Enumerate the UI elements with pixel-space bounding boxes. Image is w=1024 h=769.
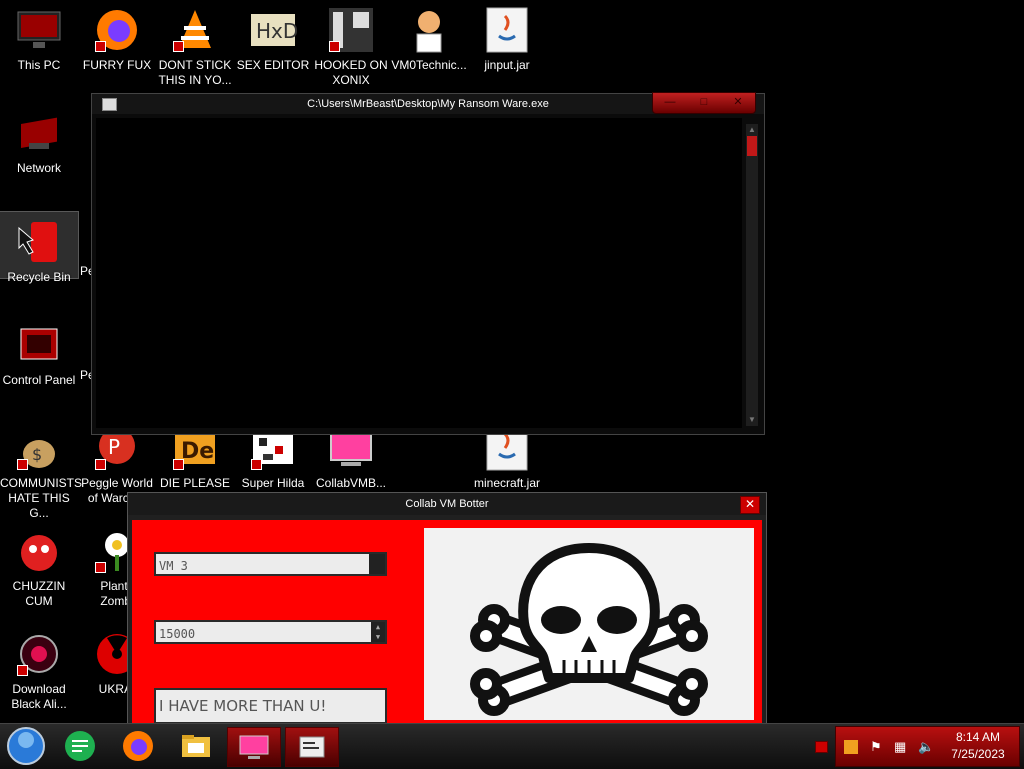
taskbar-collabvm-botter[interactable] [227,727,281,767]
skull-crossbones-icon [470,543,708,716]
show-hidden-icons-button[interactable] [815,741,828,753]
icon-label: DIE PLEASE [159,476,231,490]
vm-select-value: VM 3 [159,559,188,573]
decrement-arrow-icon[interactable]: ▼ [371,632,385,642]
volume-icon[interactable]: 🔈 [918,740,934,754]
desktop-icon-dont-stick[interactable]: DONT STICK THIS IN YO... [156,0,234,88]
desktop-icon-communists[interactable]: $ COMMUNISTS HATE THIS G... [0,418,82,521]
minimize-button[interactable]: — [653,93,687,112]
window-controls: — □ ✕ [652,92,756,114]
monitor-app-icon [239,735,269,759]
scrollbar-thumb[interactable] [747,136,757,156]
vlc-cone-icon [171,6,219,54]
increment-arrow-icon[interactable]: ▲ [371,622,385,632]
desktop-icon-vm0technic[interactable]: VM0Technic... [390,0,468,73]
dropdown-arrow-icon[interactable] [369,554,385,574]
console-title: C:\Users\MrBeast\Desktop\My Ransom Ware.… [307,98,549,110]
network-status-icon[interactable]: ▦ [894,740,906,754]
icon-label: FURRY FUX [82,58,152,72]
icon-label: HOOKED ON XONIX [314,58,388,87]
xonix-icon [327,6,375,54]
svg-text:$: $ [32,445,42,464]
console-titlebar[interactable]: C:\Users\MrBeast\Desktop\My Ransom Ware.… [92,92,764,114]
close-button[interactable]: ✕ [721,93,755,112]
icon-label: This PC [17,58,61,72]
hex-editor-icon: HxD [249,6,298,54]
vm-select[interactable]: VM 3 [154,552,387,576]
taskbar-file-explorer[interactable] [172,727,220,765]
icon-label: minecraft.jar [473,476,541,490]
desktop-icon-network[interactable]: Network [0,103,78,176]
svg-text:P: P [108,435,120,459]
start-orb-icon [7,727,45,765]
icon-label: SEX EDITOR [236,58,310,72]
console-scrollbar[interactable]: ▲ ▼ [746,124,758,426]
message-input[interactable]: I HAVE MORE THAN U! [154,688,387,724]
botter-window[interactable]: Collab VM Botter ✕ VM 3 15000 ▲ ▼ I HAVE… [127,492,767,729]
firefox-icon [123,731,153,761]
count-stepper[interactable]: 15000 ▲ ▼ [154,620,387,644]
icon-label: VM0Technic... [391,58,467,72]
icon-label: Download Black Ali... [11,682,67,711]
desktop-icon-jinput-jar[interactable]: jinput.jar [468,0,546,73]
desktop-icon-furry-fux[interactable]: FURRY FUX [78,0,156,73]
desktop-icon-chuzzin[interactable]: CHUZZIN CUM [0,521,78,609]
control-panel-icon [15,321,63,369]
taskbar-firefox[interactable] [114,727,162,765]
flag-icon[interactable]: ⚑ [870,740,882,754]
scroll-down-arrow-icon[interactable]: ▼ [746,414,758,426]
firefox-icon [93,6,141,54]
maximize-button[interactable]: □ [687,93,721,112]
desktop-icon-hooked-on-xonix[interactable]: HOOKED ON XONIX [312,0,390,88]
desktop-icon-control-panel[interactable]: Control Panel [0,315,78,388]
svg-text:HxD: HxD [256,19,297,43]
message-input-value: I HAVE MORE THAN U! [159,697,327,715]
clock[interactable]: 8:14 AM 7/25/2023 [943,729,1013,763]
botter-titlebar[interactable]: Collab VM Botter ✕ [128,493,766,515]
botter-title: Collab VM Botter [405,498,489,510]
icon-label: Recycle Bin [7,270,71,284]
skull-image [424,528,754,720]
system-tray: ⚑ ▦ 🔈 8:14 AM 7/25/2023 [835,726,1020,767]
icon-label: Control Panel [2,373,76,387]
recycle-bin-icon [15,218,63,266]
console-window[interactable]: C:\Users\MrBeast\Desktop\My Ransom Ware.… [91,92,765,435]
network-icon [15,109,63,157]
taskbar-console[interactable] [285,727,339,767]
icon-label: DONT STICK THIS IN YO... [158,58,232,87]
icon-label: Super Hilda [241,476,305,490]
console-output[interactable] [96,118,742,428]
icon-label: Network [16,161,61,175]
icon-label: jinput.jar [484,58,530,72]
icon-label: CHUZZIN CUM [12,579,66,608]
taskbar-chat-app[interactable] [56,727,104,765]
java-icon [483,6,531,54]
desktop-icon-recycle-bin[interactable]: Recycle Bin [0,211,79,284]
svg-text:De: De [181,439,214,464]
desktop-icon-this-pc[interactable]: This PC [0,0,78,73]
clock-time: 8:14 AM [955,730,1001,744]
start-button[interactable] [2,727,50,765]
computer-icon [15,6,63,54]
scroll-up-arrow-icon[interactable]: ▲ [746,124,758,136]
chuzzle-icon [15,527,63,575]
desktop-icon-download-black[interactable]: Download Black Ali... [0,624,78,712]
technician-icon [405,6,453,54]
console-app-icon [102,98,117,111]
chat-icon [65,731,95,761]
java-update-icon[interactable] [844,740,858,754]
stepper-buttons: ▲ ▼ [371,622,385,642]
taskbar: ⚑ ▦ 🔈 8:14 AM 7/25/2023 [0,723,1024,769]
icon-label: COMMUNISTS HATE THIS G... [0,476,82,520]
icon-label: CollabVMB... [315,476,387,490]
botter-body: VM 3 15000 ▲ ▼ I HAVE MORE THAN U! [132,520,762,728]
count-stepper-value: 15000 [159,627,196,641]
folder-icon [182,735,210,757]
money-bag-icon: $ [15,424,63,472]
desktop-icon-sex-editor[interactable]: HxD SEX EDITOR [234,0,312,73]
virus-icon [15,630,63,678]
clock-date: 7/25/2023 [951,747,1005,761]
console-app-icon [299,736,325,758]
close-button[interactable]: ✕ [740,496,760,514]
